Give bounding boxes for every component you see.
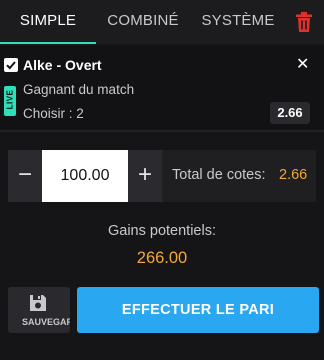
trash-icon[interactable] — [295, 12, 313, 32]
tab-combine[interactable]: COMBINÉ — [96, 0, 190, 44]
selection-checkbox[interactable] — [4, 58, 18, 72]
tab-systeme[interactable]: SYSTÈME — [190, 0, 286, 44]
place-bet-button[interactable]: EFFECTUER LE PARI — [77, 287, 319, 333]
tab-simple[interactable]: SIMPLE — [0, 0, 96, 44]
increase-stake-button[interactable]: + — [128, 150, 162, 202]
save-icon — [30, 295, 46, 311]
selection-text: Choisir : 2 — [23, 106, 84, 121]
save-label: SAUVEGARDER — [22, 317, 70, 327]
total-odds-value: 2.66 — [279, 167, 308, 183]
potential-gains-value: 266.00 — [136, 249, 188, 267]
checkbox-icon — [6, 61, 16, 70]
save-button[interactable]: SAUVEGARDER — [8, 287, 70, 333]
decrease-stake-button[interactable]: − — [8, 150, 42, 202]
potential-gains-label: Gains potentiels: — [107, 223, 216, 239]
stake-input[interactable] — [42, 150, 128, 202]
live-badge: LIVE — [4, 86, 16, 116]
close-icon[interactable]: ✕ — [296, 57, 309, 73]
total-odds-label: Total de cotes: — [172, 167, 266, 183]
market-name: Gagnant du match — [23, 82, 135, 97]
odds-value: 2.66 — [270, 102, 310, 124]
bet-type-tabs: SIMPLE COMBINÉ SYSTÈME — [0, 0, 324, 44]
live-label: LIVE — [5, 89, 15, 110]
event-name: Alke - Overt — [23, 57, 102, 73]
